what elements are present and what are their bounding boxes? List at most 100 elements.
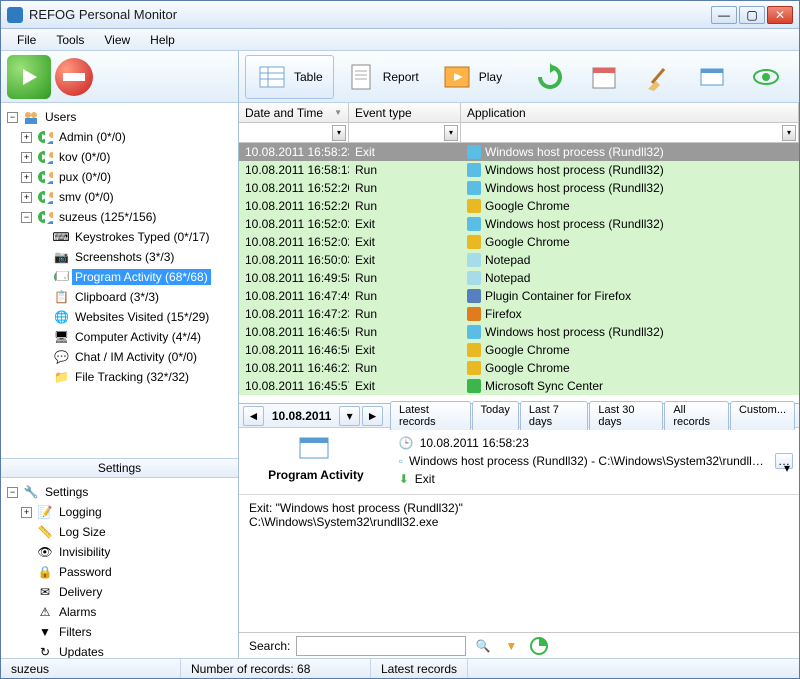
menu-file[interactable]: File [9, 31, 44, 49]
progress-icon[interactable] [528, 636, 550, 656]
view-table-button[interactable]: Table [245, 55, 334, 99]
table-row[interactable]: 10.08.2011 16:47:49RunPlugin Container f… [239, 287, 799, 305]
cell-event: Run [349, 325, 461, 339]
col-date[interactable]: Date and Time▼ [239, 103, 349, 122]
menu-view[interactable]: View [96, 31, 138, 49]
range-tab[interactable]: All records [664, 401, 729, 430]
search-input[interactable] [296, 636, 466, 656]
col-event[interactable]: Event type [349, 103, 461, 122]
search-icon[interactable]: 🔍 [472, 636, 494, 656]
tree-row[interactable]: 🔒Password [3, 562, 236, 582]
tree-row[interactable]: ▼Filters [3, 622, 236, 642]
range-tab[interactable]: Last 30 days [589, 401, 663, 430]
tree-row[interactable]: +pux (0*/0) [3, 167, 236, 187]
table-row[interactable]: 10.08.2011 16:52:20RunGoogle Chrome [239, 197, 799, 215]
table-row[interactable]: 10.08.2011 16:58:13RunWindows host proce… [239, 161, 799, 179]
minimize-button[interactable]: — [711, 6, 737, 24]
tree-row[interactable]: +📝Logging [3, 502, 236, 522]
cell-date: 10.08.2011 16:46:56 [239, 325, 349, 339]
col-app[interactable]: Application [461, 103, 799, 122]
tree-node-icon: 📏 [37, 524, 53, 540]
tree-label: suzeus (125*/156) [56, 209, 159, 225]
refresh-button[interactable] [523, 55, 577, 99]
filter-app-dropdown[interactable]: ▾ [782, 125, 796, 141]
app-icon [467, 199, 481, 213]
close-button[interactable]: ✕ [767, 6, 793, 24]
range-tab[interactable]: Today [472, 401, 519, 430]
start-monitoring-button[interactable] [7, 55, 51, 99]
table-row[interactable]: 10.08.2011 16:52:20RunWindows host proce… [239, 179, 799, 197]
tree-expander[interactable]: + [21, 132, 32, 143]
play-icon [19, 67, 39, 87]
tree-row[interactable]: ↻Updates [3, 642, 236, 658]
table-body[interactable]: 10.08.2011 16:58:23ExitWindows host proc… [239, 143, 799, 403]
table-row[interactable]: 10.08.2011 16:47:23RunFirefox [239, 305, 799, 323]
tree-node-icon: 📝 [37, 504, 53, 520]
table-row[interactable]: 10.08.2011 16:46:22RunGoogle Chrome [239, 359, 799, 377]
tree-row[interactable]: 👁Invisibility [3, 542, 236, 562]
table-row[interactable]: 10.08.2011 16:49:58RunNotepad [239, 269, 799, 287]
stop-monitoring-button[interactable] [55, 58, 93, 96]
tree-expander[interactable]: + [21, 152, 32, 163]
tree-row[interactable]: −🔧Settings [3, 482, 236, 502]
tree-expander[interactable]: − [7, 487, 18, 498]
table-row[interactable]: 10.08.2011 16:50:03ExitNotepad [239, 251, 799, 269]
range-tab[interactable]: Custom... [730, 401, 795, 430]
tree-row[interactable]: − suzeus (125*/156) [3, 207, 236, 227]
settings-toggle[interactable]: Settings ▾ [1, 458, 238, 478]
app-icon [467, 181, 481, 195]
tree-expander[interactable]: + [21, 192, 32, 203]
tree-row[interactable]: 🖥Computer Activity (4*/4) [3, 327, 236, 347]
menu-help[interactable]: Help [142, 31, 183, 49]
play-button[interactable]: Play [430, 55, 513, 99]
table-row[interactable]: 10.08.2011 16:46:56ExitGoogle Chrome [239, 341, 799, 359]
tree-row[interactable]: +kov (0*/0) [3, 147, 236, 167]
tree-row[interactable]: +smv (0*/0) [3, 187, 236, 207]
tree-row[interactable]: +Admin (0*/0) [3, 127, 236, 147]
prev-date-button[interactable]: ◄ [243, 406, 264, 426]
detail-event: Exit [415, 472, 435, 486]
range-tab[interactable]: Latest records [390, 401, 471, 430]
program-activity-icon [298, 434, 334, 464]
calendar-button[interactable] [577, 55, 631, 99]
settings-tree[interactable]: −🔧Settings+📝Logging📏Log Size👁Invisibilit… [1, 478, 238, 658]
cell-date: 10.08.2011 16:50:03 [239, 253, 349, 267]
table-header: Date and Time▼ Event type Application [239, 103, 799, 123]
table-row[interactable]: 10.08.2011 16:58:23ExitWindows host proc… [239, 143, 799, 161]
app-icon [467, 217, 481, 231]
next-date-button[interactable]: ► [362, 406, 383, 426]
tree-row[interactable]: 💬Chat / IM Activity (0*/0) [3, 347, 236, 367]
tree-expander[interactable]: + [21, 172, 32, 183]
maximize-button[interactable]: ▢ [739, 6, 765, 24]
range-tab[interactable]: Last 7 days [520, 401, 588, 430]
filter-icon[interactable]: ▼ [500, 636, 522, 656]
table-row[interactable]: 10.08.2011 16:45:57ExitMicrosoft Sync Ce… [239, 377, 799, 395]
table-row[interactable]: 10.08.2011 16:52:02ExitGoogle Chrome [239, 233, 799, 251]
table-row[interactable]: 10.08.2011 16:52:02ExitWindows host proc… [239, 215, 799, 233]
tree-row[interactable]: ⚠Alarms [3, 602, 236, 622]
tree-row[interactable]: 📁File Tracking (32*/32) [3, 367, 236, 387]
users-tree[interactable]: −Users+Admin (0*/0)+kov (0*/0)+pux (0*/0… [1, 103, 238, 458]
stealth-button[interactable] [739, 55, 793, 99]
tree-expander[interactable]: − [21, 212, 32, 223]
toolbar-play-label: Play [479, 70, 502, 84]
tree-expander[interactable]: + [21, 507, 32, 518]
tree-row[interactable]: 📷Screenshots (3*/3) [3, 247, 236, 267]
tree-row[interactable]: −Users [3, 107, 236, 127]
menu-tools[interactable]: Tools [48, 31, 92, 49]
filter-date-dropdown[interactable]: ▾ [332, 125, 346, 141]
date-picker-button[interactable]: ▾ [339, 406, 360, 426]
eye-icon [750, 61, 782, 93]
tree-expander[interactable]: − [7, 112, 18, 123]
tree-row[interactable]: 🗔Program Activity (68*/68) [3, 267, 236, 287]
table-row[interactable]: 10.08.2011 16:46:56RunWindows host proce… [239, 323, 799, 341]
filter-event-dropdown[interactable]: ▾ [444, 125, 458, 141]
tree-row[interactable]: ✉Delivery [3, 582, 236, 602]
view-report-button[interactable]: Report [334, 55, 430, 99]
tree-row[interactable]: 📏Log Size [3, 522, 236, 542]
open-window-button[interactable] [685, 55, 739, 99]
tree-row[interactable]: 📋Clipboard (3*/3) [3, 287, 236, 307]
clear-button[interactable] [631, 55, 685, 99]
tree-row[interactable]: ⌨Keystrokes Typed (0*/17) [3, 227, 236, 247]
tree-row[interactable]: 🌐Websites Visited (15*/29) [3, 307, 236, 327]
